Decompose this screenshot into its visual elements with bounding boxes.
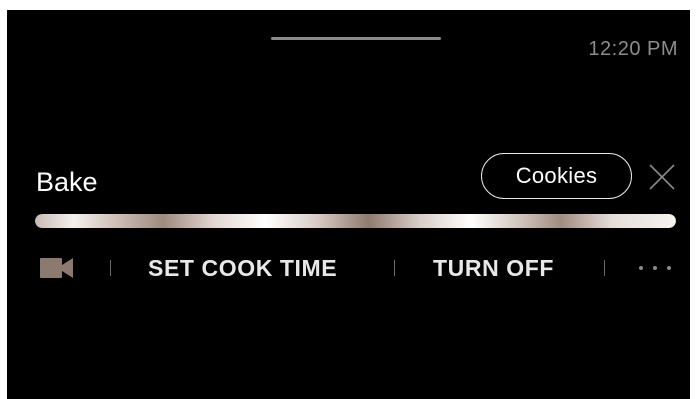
set-cook-time-button[interactable]: SET COOK TIME (148, 255, 337, 282)
recipe-button[interactable]: Cookies (481, 153, 632, 199)
camera-button[interactable] (40, 257, 74, 279)
status-clock: 12:20 PM (588, 38, 678, 60)
action-bar: SET COOK TIME TURN OFF (7, 250, 690, 286)
close-button[interactable] (647, 162, 677, 192)
cook-progress-fill (35, 214, 676, 228)
cook-progress-bar (35, 214, 676, 228)
more-options-button[interactable] (639, 260, 671, 276)
action-divider (110, 260, 111, 276)
action-divider (604, 260, 605, 276)
more-dot (667, 266, 671, 270)
cook-mode-title: Bake (36, 167, 98, 197)
video-camera-icon (40, 258, 73, 278)
oven-control-screen: 12:20 PM Bake Cookies SET COOK TIME TURN… (7, 10, 690, 399)
pull-down-handle[interactable] (271, 37, 441, 40)
close-icon (649, 164, 675, 190)
action-divider (394, 260, 395, 276)
more-dot (653, 266, 657, 270)
turn-off-button[interactable]: TURN OFF (433, 255, 554, 282)
more-dot (639, 266, 643, 270)
